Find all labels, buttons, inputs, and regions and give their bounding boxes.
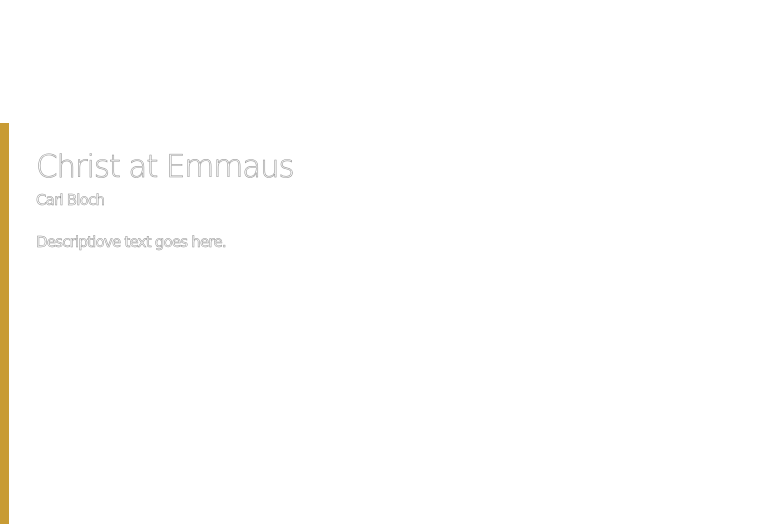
artwork-description: Descriptiove text goes here. [36,233,227,252]
accent-bar [0,123,9,524]
artwork-info: Christ at Emmaus Carl Bloch Descriptiove… [36,150,736,252]
artwork-title: Christ at Emmaus [36,149,295,185]
artwork-detail-page: Christ at Emmaus Carl Bloch Descriptiove… [0,0,768,524]
artist-name: Carl Bloch [36,191,105,210]
